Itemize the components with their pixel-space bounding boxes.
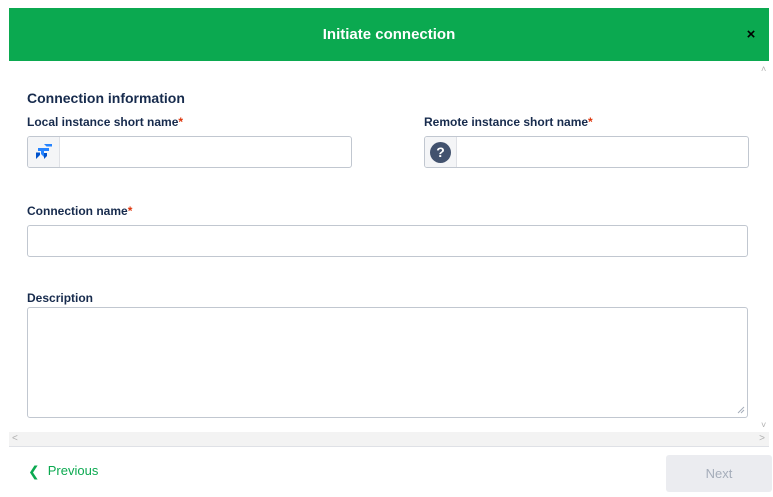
next-button[interactable]: Next [666,455,772,492]
initiate-connection-dialog: Initiate connection × Connection informa… [0,0,773,497]
question-mark-icon-box: ? [425,137,457,167]
scroll-up-icon[interactable]: ˄ [761,65,766,74]
resize-grip-icon[interactable] [737,406,745,414]
next-button-label: Next [705,466,733,481]
previous-button[interactable]: ❮ Previous [28,463,98,478]
connection-name-input[interactable] [28,226,747,256]
local-instance-label: Local instance short name* [27,115,183,129]
required-marker: * [588,115,593,129]
description-label: Description [27,291,94,305]
horizontal-scrollbar[interactable]: < > [9,432,769,446]
description-textarea[interactable] [27,307,748,418]
chevron-left-icon: ❮ [28,462,40,479]
question-mark-icon: ? [430,141,451,163]
local-instance-label-text: Local instance short name [27,115,179,129]
remote-instance-input[interactable] [457,137,748,167]
required-marker: * [178,115,184,129]
previous-button-label: Previous [47,463,99,478]
remote-instance-label-text: Remote instance short name [424,115,589,129]
remote-instance-label: Remote instance short name* [424,115,593,129]
dialog-body[interactable]: Connection information Local instance sh… [9,61,769,432]
required-marker: * [127,204,133,218]
connection-name-label-text: Connection name [27,204,128,218]
scroll-left-icon[interactable]: < [12,434,18,444]
connection-name-label: Connection name* [27,204,132,218]
remote-instance-field[interactable]: ? [424,136,749,168]
dialog-header: Initiate connection × [9,8,769,61]
section-title: Connection information [27,90,185,106]
connection-name-field[interactable] [27,225,748,257]
footer-divider [9,446,769,447]
jira-logo-icon [28,137,60,167]
scroll-down-icon[interactable]: ˅ [761,421,766,430]
scroll-right-icon[interactable]: > [759,434,765,444]
local-instance-input[interactable] [60,137,351,167]
dialog-title: Initiate connection [322,26,456,43]
vertical-scrollbar[interactable]: ˄ ˅ [761,61,769,432]
close-button[interactable]: × [741,25,761,45]
local-instance-field[interactable] [27,136,352,168]
